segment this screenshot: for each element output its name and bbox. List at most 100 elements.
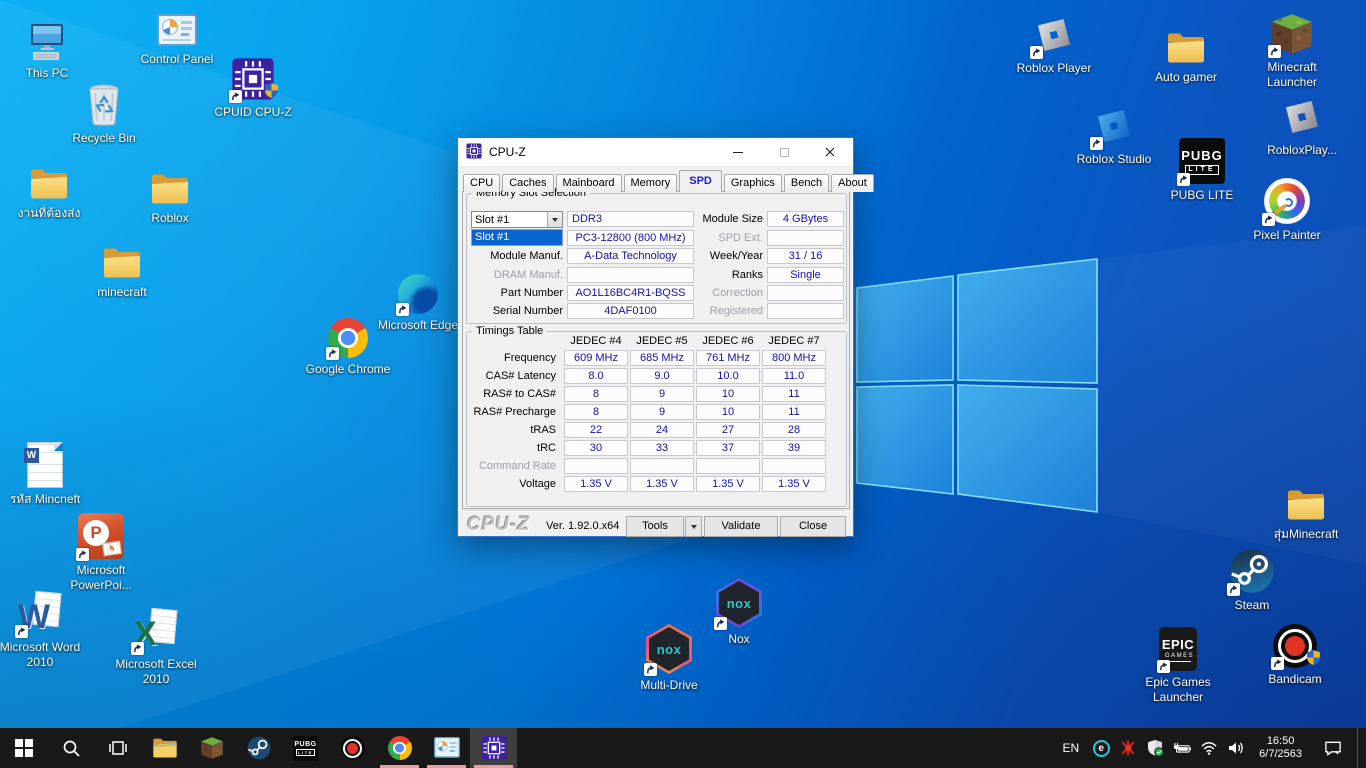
- desktop-icon-folder-work[interactable]: งานที่ต้องส่ง: [4, 166, 94, 221]
- desktop-icon-pubg-lite[interactable]: PUBG LITE PUBG LITE: [1157, 138, 1247, 203]
- desktop-icon-steam[interactable]: Steam: [1207, 548, 1297, 613]
- language-indicator[interactable]: EN: [1059, 741, 1084, 755]
- tab-cpu[interactable]: CPU: [463, 174, 500, 192]
- taskbar-clock[interactable]: 16:50 6/7/2563: [1254, 735, 1307, 761]
- timings-cell: 24: [630, 422, 694, 438]
- shortcut-arrow-icon: [15, 625, 28, 638]
- desktop-icon-folder-sum-minecraft[interactable]: สุ่มMinecraft: [1261, 487, 1351, 542]
- tab-bench[interactable]: Bench: [784, 174, 829, 192]
- minimize-button[interactable]: [715, 138, 761, 166]
- combo-dropdown-button[interactable]: [547, 212, 562, 227]
- module-manuf-field: A-Data Technology: [567, 248, 694, 264]
- timings-row-label: Frequency: [466, 350, 562, 366]
- tab-about[interactable]: About: [831, 174, 874, 192]
- volume-tray-icon[interactable]: [1227, 739, 1245, 757]
- icon-label: Multi-Drive: [640, 678, 697, 693]
- shortcut-arrow-icon: [131, 642, 144, 655]
- desktop-icon-cpuid-cpuz[interactable]: CPUID CPU-Z: [208, 57, 298, 120]
- desktop-icon-nox[interactable]: nox Nox: [694, 578, 784, 647]
- action-center-icon[interactable]: [1324, 739, 1342, 757]
- taskbar-minecraft[interactable]: [188, 728, 235, 768]
- desktop-icon-auto-gamer[interactable]: Auto gamer: [1141, 30, 1231, 85]
- desktop-icon-minecraft-launcher[interactable]: Minecraft Launcher: [1247, 12, 1337, 89]
- desktop-icon-pixel-painter[interactable]: Pixel Painter: [1242, 178, 1332, 243]
- show-desktop-button[interactable]: [1357, 728, 1362, 768]
- this-pc-icon: [26, 22, 68, 62]
- taskbar-chrome[interactable]: [376, 728, 423, 768]
- tab-caches[interactable]: Caches: [502, 174, 553, 192]
- maximize-button[interactable]: [761, 138, 807, 166]
- chevron-down-icon: [691, 525, 697, 529]
- timings-cell: 33: [630, 440, 694, 456]
- window-title: CPU-Z: [489, 145, 526, 159]
- timings-cell: 800 MHz: [762, 350, 826, 366]
- tools-button[interactable]: Tools: [626, 516, 684, 537]
- wifi-tray-icon[interactable]: [1200, 739, 1218, 757]
- shortcut-arrow-icon: [1177, 173, 1190, 186]
- desktop-icon-bandicam[interactable]: Bandicam: [1250, 624, 1340, 687]
- desktop-icon-folder-minecraft[interactable]: minecraft: [77, 245, 167, 300]
- slot-selector-combobox[interactable]: Slot #1: [471, 211, 563, 228]
- timings-cell: [762, 458, 826, 474]
- timings-col-header: JEDEC #5: [630, 335, 694, 348]
- red-app-tray-icon[interactable]: [1119, 739, 1137, 757]
- control-panel-icon: [157, 14, 197, 48]
- tab-spd[interactable]: SPD: [679, 170, 722, 192]
- taskbar-file-explorer[interactable]: [141, 728, 188, 768]
- taskbar-control-panel[interactable]: [423, 728, 470, 768]
- timings-cell: 8.0: [564, 368, 628, 384]
- taskbar-cpuz[interactable]: [470, 728, 517, 768]
- desktop-icon-word-file[interactable]: W รหัส Mincneft: [0, 442, 90, 507]
- desktop-icon-roblox-player[interactable]: Roblox Player: [1009, 13, 1099, 76]
- timings-cell: 8: [564, 404, 628, 420]
- timings-row-label: RAS# Precharge: [466, 404, 562, 420]
- desktop-icon-robloxplay[interactable]: RobloxPlay...: [1257, 95, 1347, 158]
- slot-dropdown-item[interactable]: Slot #1: [471, 229, 563, 246]
- desktop-icon-word-2010[interactable]: W Microsoft Word 2010: [0, 590, 85, 669]
- timings-cell: [630, 458, 694, 474]
- icon-label: Google Chrome: [306, 362, 391, 377]
- desktop-icon-google-chrome[interactable]: Google Chrome: [303, 318, 393, 377]
- pubg-lite-icon: PUBG LITE: [293, 736, 318, 761]
- icon-label: Epic Games Launcher: [1133, 675, 1223, 704]
- taskbar-steam[interactable]: [235, 728, 282, 768]
- icon-label: รหัส Mincneft: [10, 492, 80, 507]
- timings-row-label: CAS# Latency: [466, 368, 562, 384]
- desktop-icon-powerpoint[interactable]: P Microsoft PowerPoi...: [56, 513, 146, 592]
- desktop-icon-this-pc[interactable]: This PC: [2, 22, 92, 81]
- task-view-button[interactable]: [94, 728, 141, 768]
- validate-button[interactable]: Validate: [704, 516, 778, 537]
- dram-manuf-field: [567, 267, 694, 283]
- tools-dropdown-button[interactable]: [685, 516, 702, 537]
- desktop-icon-epic-games[interactable]: EPIC GAMES Epic Games Launcher: [1133, 627, 1223, 704]
- tab-memory[interactable]: Memory: [624, 174, 678, 192]
- close-button[interactable]: [807, 138, 853, 166]
- folder-icon: [102, 245, 142, 281]
- eset-tray-icon[interactable]: e: [1092, 739, 1110, 757]
- icon-label: งานที่ต้องส่ง: [18, 206, 81, 221]
- chrome-icon: [388, 736, 412, 760]
- icon-label: Recycle Bin: [72, 131, 135, 146]
- timings-col-header: JEDEC #6: [696, 335, 760, 348]
- search-button[interactable]: [47, 728, 94, 768]
- desktop-icon-excel-2010[interactable]: X Microsoft Excel 2010: [111, 607, 201, 686]
- timings-cell: 1.35 V: [696, 476, 760, 492]
- timings-cell: 9: [630, 386, 694, 402]
- defender-tray-icon[interactable]: [1146, 739, 1164, 757]
- desktop-icon-roblox-studio[interactable]: Roblox Studio: [1069, 104, 1159, 167]
- close-button-footer[interactable]: Close: [780, 516, 846, 537]
- battery-tray-icon[interactable]: [1173, 739, 1191, 757]
- start-button[interactable]: [0, 728, 47, 768]
- taskbar-bandicam[interactable]: [329, 728, 376, 768]
- tab-graphics[interactable]: Graphics: [724, 174, 782, 192]
- shortcut-arrow-icon: [1090, 137, 1103, 150]
- desktop-icon-folder-roblox[interactable]: Roblox: [125, 171, 215, 226]
- title-bar[interactable]: CPU-Z: [458, 138, 853, 166]
- taskbar-pubg-lite[interactable]: PUBG LITE: [282, 728, 329, 768]
- cpuz-footer-logo: CPU-Z: [467, 514, 530, 536]
- tab-mainboard[interactable]: Mainboard: [556, 174, 622, 192]
- timings-cell: 28: [762, 422, 826, 438]
- timings-cell: 10.0: [696, 368, 760, 384]
- spd-ext-label: SPD Ext.: [683, 232, 763, 244]
- desktop-icon-recycle-bin[interactable]: Recycle Bin: [59, 83, 149, 146]
